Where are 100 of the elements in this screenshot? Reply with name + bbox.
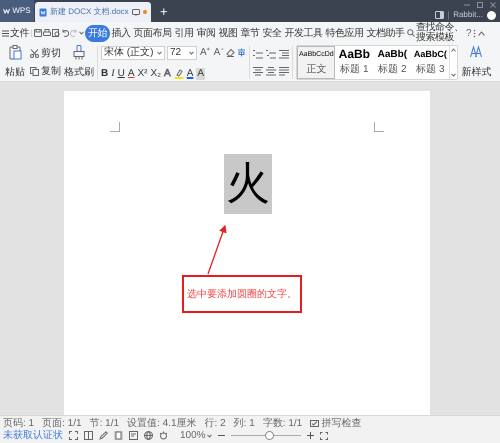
menu-tab[interactable]: 特色应用 [324,26,365,40]
font-size-select[interactable]: 72 [167,46,197,60]
margin-mark-icon [110,122,120,132]
margin-mark-icon [374,122,384,132]
style-item[interactable]: AaBbC( 标题 3 [411,46,450,79]
format-button[interactable]: A [196,68,206,80]
bullet-list-icon[interactable] [253,49,264,60]
font-size-button[interactable]: A⁺ [199,45,211,60]
auth-status-link[interactable]: 未获取认证状 [3,430,63,442]
numbered-list-icon[interactable] [266,49,276,60]
search-command[interactable]: 查找命令、搜索模板 [407,23,465,43]
style-item[interactable]: AaBb 标题 1 [335,46,374,79]
font-select[interactable]: 宋体 (正文) [101,46,165,60]
search-icon [407,29,415,37]
menu-tab[interactable]: 开始 [85,24,110,42]
menu-tab[interactable]: 审阅 [195,26,217,40]
menu-tab[interactable]: 引用 [173,26,195,40]
window-icon[interactable] [435,11,444,19]
callout-note: 选中要添加圆圈的文字。 [182,275,302,313]
indent-icon[interactable] [279,49,290,60]
format-painter-button[interactable]: 格式刷 [64,44,94,81]
format-button[interactable]: A [164,68,171,80]
outline-view-icon[interactable] [129,431,138,440]
caret-icon[interactable] [157,50,162,54]
status-text: 页码: 1 [3,418,34,430]
preview-icon[interactable] [52,29,60,37]
scroll-up-icon[interactable] [451,48,456,52]
scroll-down-icon[interactable] [451,73,456,77]
menu-tab[interactable]: 安全 [261,26,283,40]
format-button[interactable]: A [186,68,194,80]
app-tab[interactable]: WPS [0,0,34,22]
justify-icon[interactable] [279,66,290,76]
help-button[interactable]: ? [466,26,472,40]
close-icon[interactable] [490,2,496,8]
brush-icon [73,45,85,60]
document-tab[interactable]: 新建 DOCX 文档.docx [35,2,151,22]
copy-button[interactable]: 复制 [30,64,61,79]
align-left-icon[interactable] [253,66,264,76]
format-button[interactable]: U [118,68,125,80]
font-size-button[interactable]: A⁻ [212,45,224,60]
slider-thumb[interactable] [264,431,274,440]
status-text: 设置值: 4.1厘米 [127,418,197,430]
globe-icon[interactable] [144,431,153,440]
highlighter-icon[interactable] [174,69,184,79]
user-name[interactable]: Rabbit... [453,9,483,21]
monitor-icon [132,8,140,16]
fullscreen-icon[interactable] [69,431,78,440]
save-icon[interactable] [34,29,42,37]
format-button[interactable]: X₂ [150,68,162,80]
more-icon[interactable] [473,28,476,38]
pinyin-icon[interactable] [237,48,246,57]
zoom-out-icon[interactable] [218,432,225,439]
new-style-button[interactable]: 新样式 [461,44,492,81]
menu-tab[interactable]: 章节 [239,26,261,40]
caret-icon[interactable] [206,434,212,438]
menu-tab[interactable]: 插入 [110,26,132,40]
align-center-icon[interactable] [266,66,276,76]
format-button[interactable]: B [101,68,108,80]
page-view-icon[interactable] [114,431,123,440]
book-view-icon[interactable] [84,431,93,440]
eraser-icon[interactable] [226,48,236,57]
style-item[interactable]: AaBb( 标题 2 [373,46,412,79]
paste-button[interactable]: 粘贴 [2,44,28,81]
spell-check-icon [310,420,320,428]
maximize-icon[interactable] [477,2,483,8]
status-text: 页面: 1/1 [42,418,82,430]
file-menu[interactable]: 文件 [2,26,29,40]
styles-icon [470,45,482,58]
copy-icon [30,67,39,76]
scissors-icon [30,49,39,58]
status-text: 节: 1/1 [90,418,120,430]
status-text: 字数: 1/1 [262,418,302,430]
document-icon [39,8,47,16]
spell-check-button[interactable]: 拼写检查 [310,418,362,430]
cut-button[interactable]: 剪切 [30,46,61,61]
menu-tab[interactable]: 页面布局 [132,26,173,40]
undo-icon[interactable] [61,29,69,37]
menu-tab[interactable]: 开发工具 [283,26,324,40]
zoom-select[interactable]: 100% [180,430,212,442]
caret-icon[interactable] [189,50,194,54]
selected-text: 火 [224,154,272,214]
pen-icon[interactable] [99,431,108,440]
new-tab-button[interactable]: + [160,5,168,18]
collapse-icon[interactable] [478,30,486,36]
menu-tab[interactable]: 视图 [217,26,239,40]
status-text: 列: 1 [234,418,255,430]
menu-tab[interactable]: 文档助手 [365,26,406,40]
status-text: 行: 2 [204,418,226,430]
format-button[interactable]: X² [137,68,148,80]
fit-icon[interactable] [320,432,328,440]
avatar[interactable] [487,10,496,20]
caret-icon[interactable] [79,31,84,35]
logo-icon [3,8,10,14]
minimize-icon[interactable] [464,2,470,8]
menu-icon [2,30,9,36]
zoom-slider[interactable] [230,431,301,440]
format-button[interactable]: I [111,68,115,80]
format-button[interactable]: A [128,68,134,80]
printer-icon[interactable] [43,29,51,37]
zoom-in-icon[interactable] [306,432,314,439]
